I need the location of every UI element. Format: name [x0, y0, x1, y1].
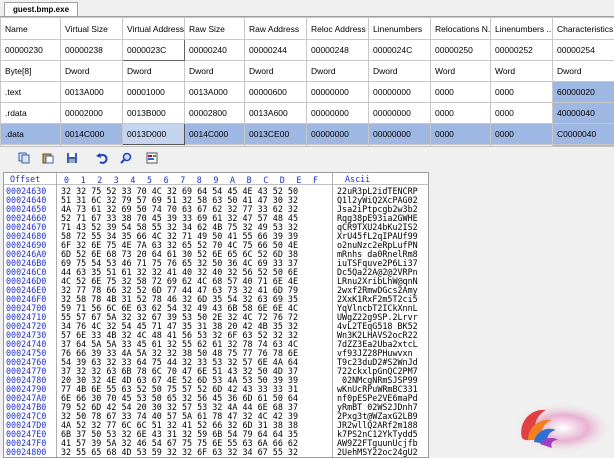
section-cell[interactable]: 00000000: [307, 103, 369, 124]
offset-header: Offset: [10, 174, 40, 184]
section-cell[interactable]: 0013A600: [245, 103, 307, 124]
section-cell: Dword: [245, 61, 307, 82]
section-cell[interactable]: 0000: [431, 103, 491, 124]
section-cell: 00000248: [307, 40, 369, 61]
section-cell[interactable]: 0014C000: [185, 124, 245, 145]
section-cell[interactable]: 0000: [491, 82, 553, 103]
section-cell: 00000254: [553, 40, 614, 61]
section-cell[interactable]: C0000040: [553, 124, 614, 145]
section-cell: 0000024C: [369, 40, 431, 61]
ascii-header: Ascii: [345, 174, 370, 184]
section-cell[interactable]: 0000: [491, 124, 553, 145]
section-cell[interactable]: Raw Address: [245, 18, 307, 40]
section-cell[interactable]: 0000: [431, 82, 491, 103]
section-cell: Word: [491, 61, 553, 82]
section-cell[interactable]: 0013D000: [123, 124, 185, 145]
section-cell: 00000230: [1, 40, 61, 61]
search-icon[interactable]: [120, 152, 132, 164]
section-cell[interactable]: 00000000: [307, 124, 369, 145]
hex-column-header: 5: [147, 175, 152, 185]
section-type-row: Byte[8]DwordDwordDwordDwordDwordDwordWor…: [1, 61, 614, 82]
section-cell[interactable]: 0013B000: [123, 103, 185, 124]
section-cell[interactable]: Linenumbers: [369, 18, 431, 40]
hex-column-header: 0: [64, 175, 69, 185]
tab-file[interactable]: guest.bmp.exe: [4, 2, 78, 16]
section-cell: 0000023C: [123, 40, 185, 61]
section-cell: Byte[8]: [1, 61, 61, 82]
section-cell[interactable]: 00000000: [307, 82, 369, 103]
hex-column-header: 7: [180, 175, 185, 185]
paste-icon[interactable]: [42, 152, 54, 164]
hex-column-header: 4: [130, 175, 135, 185]
section-header-row: NameVirtual SizeVirtual AddressRaw SizeR…: [1, 18, 614, 40]
section-cell[interactable]: Raw Size: [185, 18, 245, 40]
section-cell[interactable]: Linenumbers ...: [491, 18, 553, 40]
copy-icon[interactable]: [18, 152, 30, 164]
hex-header: Offset 0 1 2 3 4 5 6 7 8 9 A B C D E F Ascii: [4, 173, 428, 185]
section-cell[interactable]: 60000020: [553, 82, 614, 103]
section-cell[interactable]: 00001000: [123, 82, 185, 103]
section-cell: Dword: [123, 61, 185, 82]
hex-column-header: 3: [114, 175, 119, 185]
fly-logo: [508, 398, 614, 456]
section-cell[interactable]: 0013CE00: [245, 124, 307, 145]
hex-column-header: 8: [197, 175, 202, 185]
hex-column-header: C: [263, 175, 268, 185]
section-cell: Dword: [369, 61, 431, 82]
section-grid: NameVirtual SizeVirtual AddressRaw SizeR…: [0, 17, 614, 166]
section-cell[interactable]: Reloc Address: [307, 18, 369, 40]
section-cell: 00000240: [185, 40, 245, 61]
section-offset-row: 00000230000002380000023C0000024000000244…: [1, 40, 614, 61]
section-cell[interactable]: 40000040: [553, 103, 614, 124]
section-cell[interactable]: .text: [1, 82, 61, 103]
section-row[interactable]: .data0014C0000013D0000014C0000013CE00000…: [1, 124, 614, 145]
section-cell: Dword: [553, 61, 614, 82]
section-cell: 00000250: [431, 40, 491, 61]
section-cell[interactable]: Virtual Address: [123, 18, 185, 40]
section-cell[interactable]: 0013A000: [61, 82, 123, 103]
section-cell[interactable]: 00002800: [185, 103, 245, 124]
section-cell[interactable]: 00000000: [369, 82, 431, 103]
section-cell: Word: [431, 61, 491, 82]
hex-column-header: 2: [97, 175, 102, 185]
section-cell[interactable]: .data: [1, 124, 61, 145]
section-cell[interactable]: 0000: [431, 124, 491, 145]
section-cell[interactable]: 0013A000: [185, 82, 245, 103]
section-cell[interactable]: 0000: [491, 103, 553, 124]
section-cell[interactable]: Virtual Size: [61, 18, 123, 40]
hex-column-header: 9: [213, 175, 218, 185]
section-cell[interactable]: Name: [1, 18, 61, 40]
section-cell[interactable]: 0014C000: [61, 124, 123, 145]
section-cell: Dword: [307, 61, 369, 82]
hex-view[interactable]: Offset 0123456789ABCDEF Ascii 0002463032…: [3, 172, 429, 458]
section-cell[interactable]: 00000600: [245, 82, 307, 103]
section-headers-table: NameVirtual SizeVirtual AddressRaw SizeR…: [0, 16, 614, 142]
section-cell[interactable]: 00000000: [369, 103, 431, 124]
undo-icon[interactable]: [96, 152, 108, 164]
hex-toolbar: [0, 146, 614, 171]
hex-column-header: 6: [164, 175, 169, 185]
hex-column-header: F: [313, 175, 318, 185]
section-cell: 00000244: [245, 40, 307, 61]
section-cell[interactable]: 00002000: [61, 103, 123, 124]
section-cell[interactable]: Relocations N...: [431, 18, 491, 40]
hex-column-header: B: [247, 175, 252, 185]
save-icon[interactable]: [66, 152, 78, 164]
section-cell: 00000238: [61, 40, 123, 61]
hex-column-header: A: [230, 175, 235, 185]
hex-column-header: 1: [81, 175, 86, 185]
section-cell: Dword: [61, 61, 123, 82]
dump-icon[interactable]: [146, 152, 158, 164]
section-cell: Dword: [185, 61, 245, 82]
section-cell: 00000252: [491, 40, 553, 61]
tab-bar: guest.bmp.exe: [0, 0, 614, 16]
section-row[interactable]: .rdata000020000013B000000028000013A60000…: [1, 103, 614, 124]
hex-column-header: E: [296, 175, 301, 185]
hex-column-header: D: [280, 175, 285, 185]
section-cell[interactable]: Characteristics: [553, 18, 614, 40]
section-cell[interactable]: 00000000: [369, 124, 431, 145]
section-row[interactable]: .text0013A000000010000013A00000000600000…: [1, 82, 614, 103]
section-cell[interactable]: .rdata: [1, 103, 61, 124]
